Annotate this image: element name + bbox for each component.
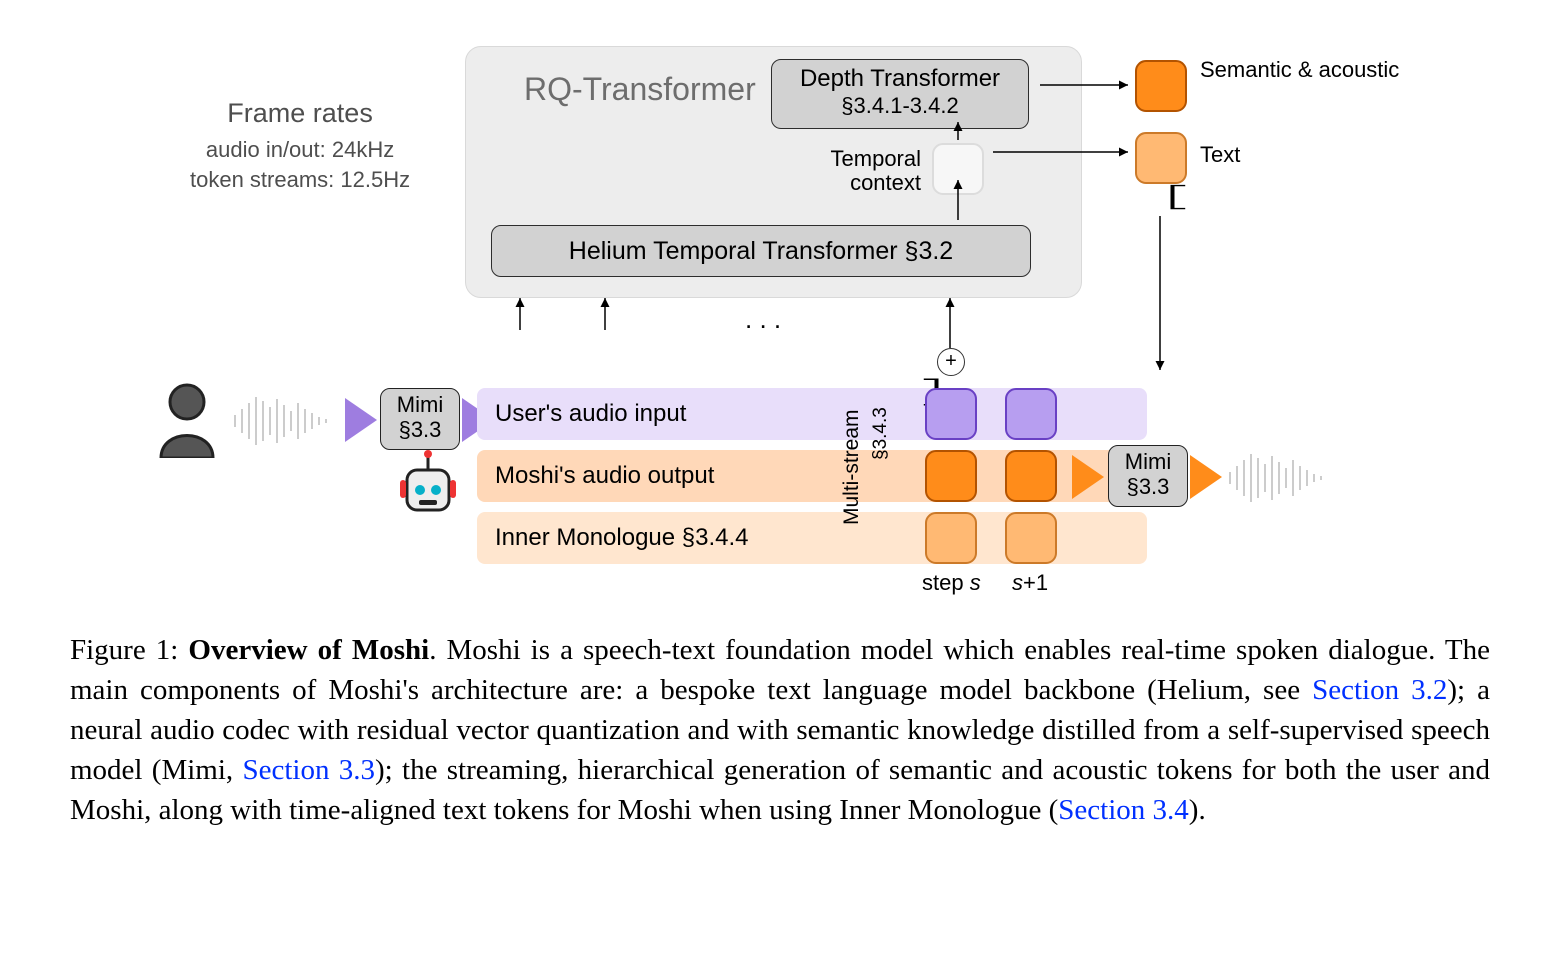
moshi-token [925,450,977,502]
rq-transformer-box: RQ-Transformer Depth Transformer §3.4.1-… [465,46,1082,298]
multistream-ref: §3.4.3 [870,407,892,460]
orange-triangle-icon [1190,455,1222,499]
caption-link-section-3-4[interactable]: Section 3.4 [1058,794,1189,826]
step-s-label: step s [922,570,981,596]
output-semantic-acoustic-label: Semantic & acoustic [1200,58,1399,82]
user-icon [155,380,219,463]
user-token [1005,388,1057,440]
frame-rates-block: Frame rates audio in/out: 24kHz token st… [190,98,410,195]
moshi-token [1005,450,1057,502]
frame-rates-audio: audio in/out: 24kHz [190,135,410,165]
frame-rates-title: Frame rates [190,98,410,129]
output-waveform-icon [1225,450,1345,506]
temporal-context-token [932,143,984,195]
mimi-encoder-ref: §3.3 [381,417,459,442]
text-token [1005,512,1057,564]
orange-triangle-icon [1072,455,1104,499]
multistream-label: Multi-stream [840,409,864,525]
output-semantic-acoustic-token [1135,60,1187,112]
helium-transformer-box: Helium Temporal Transformer §3.2 [491,225,1031,277]
svg-text:. . .: . . . [745,304,781,334]
mimi-encoder-name: Mimi [381,392,459,417]
robot-icon [397,450,459,525]
mimi-decoder-box: Mimi §3.3 [1108,445,1188,507]
depth-transformer-box: Depth Transformer §3.4.1-3.4.2 [771,59,1029,129]
sum-icon: + [937,348,965,376]
mimi-decoder-ref: §3.3 [1109,474,1187,499]
input-waveform-icon [230,393,350,449]
caption-link-section-3-2[interactable]: Section 3.2 [1312,674,1447,706]
caption-title: Overview of Moshi [188,634,429,666]
depth-transformer-label: Depth Transformer [772,65,1028,93]
architecture-diagram: Frame rates audio in/out: 24kHz token st… [70,30,1490,600]
figure-caption: Figure 1: Overview of Moshi. Moshi is a … [70,630,1490,830]
caption-fig-number: Figure 1: [70,634,188,666]
mimi-encoder-box: Mimi §3.3 [380,388,460,450]
output-text-token [1135,132,1187,184]
caption-link-section-3-3[interactable]: Section 3.3 [242,754,375,786]
caption-text-4: ). [1189,794,1206,826]
frame-rates-tokens: token streams: 12.5Hz [190,165,410,195]
user-token [925,388,977,440]
temporal-context-label: Temporal context [801,147,921,195]
rq-transformer-label: RQ-Transformer [524,71,756,108]
output-text-label: Text [1200,142,1240,168]
depth-transformer-ref: §3.4.1-3.4.2 [772,93,1028,119]
purple-triangle-icon [345,398,377,442]
brace-icon: ﹈ [1119,184,1203,210]
mimi-decoder-name: Mimi [1109,449,1187,474]
step-s1-label: s+1 [1012,570,1048,596]
text-token [925,512,977,564]
